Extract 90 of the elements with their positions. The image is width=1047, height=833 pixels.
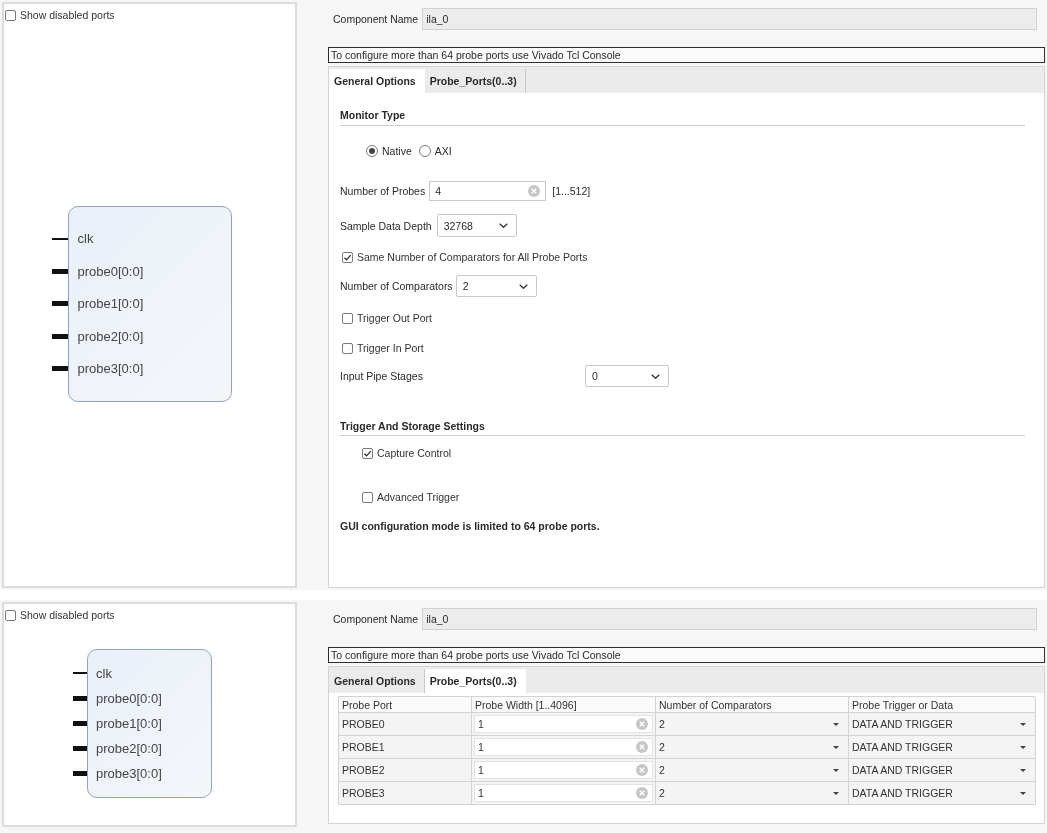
number-of-probes-field[interactable]: 4 [429,181,547,201]
chevron-down-icon [498,223,508,228]
column-header: Number of Comparators [656,697,849,713]
caret-down-icon [833,768,839,772]
radio-button[interactable] [366,145,378,157]
comparators-dropdown[interactable]: 2 [656,713,849,736]
width-input-field[interactable]: 1 [474,715,653,733]
field-label: Number of Comparators [340,280,453,292]
pin-icon [73,695,87,701]
checkbox-label: Advanced Trigger [377,491,460,503]
trigger-dropdown[interactable]: DATA AND TRIGGER [849,782,1036,805]
notice-bar: To configure more than 64 probe ports use Vivado Tcl Console [328,47,1045,63]
caret-down-icon [833,791,839,795]
chevron-down-icon [518,283,528,289]
notice-bar: To configure more than 64 probe ports use Vivado Tcl Console [328,647,1045,663]
comparators-dropdown[interactable]: 2 [656,759,849,782]
chevron-down-icon [651,373,660,379]
column-header: Probe Trigger or Data [849,697,1036,713]
section-heading: Monitor Type [340,109,406,122]
pin-icon [51,333,68,339]
radio-label: AXI [434,145,452,157]
caret-down-icon [1020,768,1026,772]
field-label: Input Pipe Stages [340,370,423,382]
field-label: Sample Data Depth [340,219,432,232]
checkbox[interactable] [5,9,16,21]
checkbox-label: Show disabled ports [20,8,115,22]
checkbox[interactable] [362,491,373,503]
width-input-field[interactable]: 1 [474,761,653,779]
comparators-dropdown[interactable]: 2 [656,736,849,759]
pin-icon [73,745,87,751]
tab[interactable]: General Options [329,669,425,693]
pin-icon [73,770,87,776]
port-label: probe0[0:0] [96,689,163,708]
trigger-dropdown[interactable]: DATA AND TRIGGER [849,759,1036,782]
pipe-stages-dropdown[interactable]: 0 [585,365,669,387]
checkbox[interactable] [342,342,353,354]
trigger-dropdown[interactable]: DATA AND TRIGGER [849,736,1036,759]
section-heading: Trigger And Storage Settings [340,420,485,433]
checkbox-label: Trigger In Port [357,342,424,354]
port-label: probe0[0:0] [77,262,145,281]
caret-down-icon [1020,791,1026,795]
port-label: probe1[0:0] [77,295,145,313]
pin-icon [51,301,68,306]
column-header: Probe Width [1..4096] [472,697,656,713]
checkbox[interactable] [342,251,353,263]
checkbox-label: Capture Control [377,447,452,459]
range-hint: [1...512] [552,185,591,197]
field-label: Component Name [333,13,419,25]
port-label: probe3[0:0] [77,360,145,378]
pin-icon [73,720,87,726]
port-label: probe1[0:0] [96,714,163,733]
radio-label: Native [382,145,412,157]
component-name-field[interactable]: ila_0 [422,608,1037,630]
checkbox[interactable] [342,312,353,324]
tab[interactable]: Probe_Ports(0..3) [424,669,526,693]
column-header: Probe Port [339,697,472,713]
radio-button[interactable] [418,145,431,157]
caret-down-icon [1020,722,1026,726]
checkbox-label: Same Number of Comparators for All Probe Ports [357,251,588,263]
port-label: probe2[0:0] [96,739,163,758]
pin-icon [51,268,68,274]
width-input-field[interactable]: 1 [474,738,653,756]
tab[interactable]: General Options [329,69,425,93]
port-label: clk [77,230,95,248]
caret-down-icon [1020,745,1026,749]
comparators-dropdown[interactable]: 2 [656,782,849,805]
table-cell: PROBE1 [339,736,472,759]
comparators-dropdown[interactable]: 2 [455,275,537,297]
tab[interactable]: Probe_Ports(0..3) [424,69,526,93]
pin-icon [51,237,68,240]
field-label: Number of Probes [340,185,426,197]
checkbox[interactable] [5,609,16,621]
caret-down-icon [833,745,839,749]
checkbox-label: Show disabled ports [20,608,115,622]
note-text: GUI configuration mode is limited to 64 probe ports. [340,520,600,533]
table-cell: PROBE2 [339,759,472,782]
field-label: Component Name [333,613,419,625]
sample-depth-dropdown[interactable]: 32768 [436,214,517,237]
caret-down-icon [833,722,839,726]
checkbox[interactable] [362,447,373,459]
trigger-dropdown[interactable]: DATA AND TRIGGER [849,713,1036,736]
table-cell: PROBE3 [339,782,472,805]
pin-icon [51,366,68,371]
checkbox-label: Trigger Out Port [357,312,432,324]
table-cell: PROBE0 [339,713,472,736]
port-label: probe3[0:0] [96,764,163,783]
component-name-field[interactable]: ila_0 [422,8,1037,30]
width-input-field[interactable]: 1 [474,784,653,802]
port-label: probe2[0:0] [77,327,145,346]
port-label: clk [96,664,113,683]
